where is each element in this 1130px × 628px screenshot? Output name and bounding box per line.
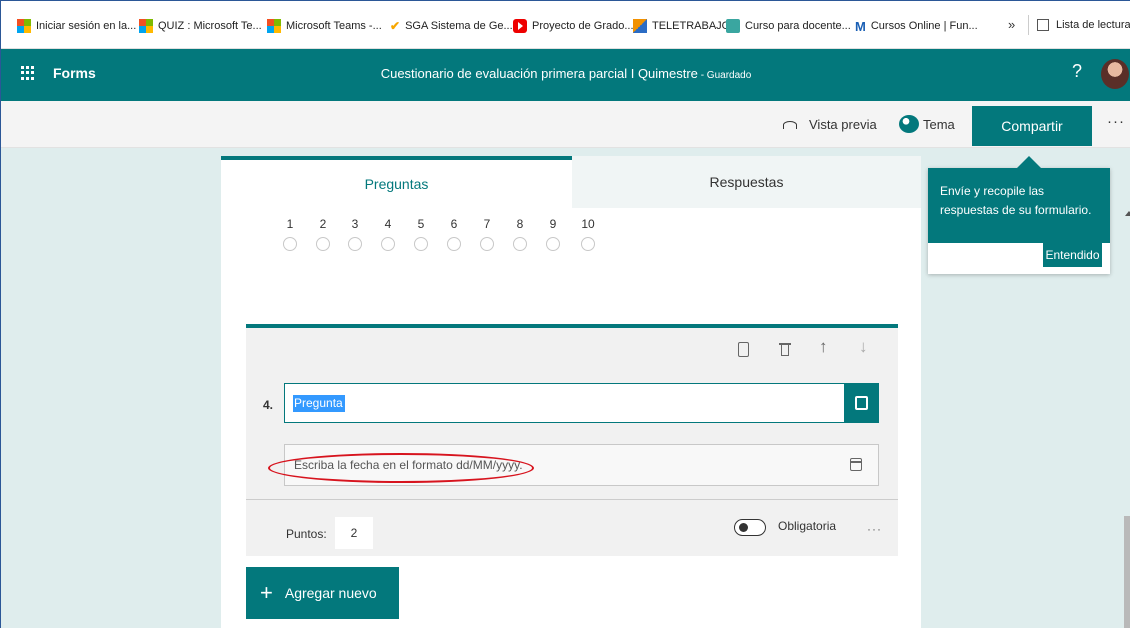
got-it-button[interactable]: Entendido <box>1043 243 1102 267</box>
add-new-button[interactable]: + Agregar nuevo <box>246 567 399 619</box>
bookmark-item[interactable]: Curso para docente... <box>726 19 851 33</box>
question-title-input[interactable] <box>284 383 879 423</box>
radio-button[interactable] <box>480 237 494 251</box>
teletrabajo-icon <box>633 19 647 33</box>
preview-button[interactable]: Vista previa <box>783 117 877 132</box>
highlight-ellipse <box>268 453 534 483</box>
scale-option[interactable]: 8 <box>510 217 530 251</box>
radio-button[interactable] <box>581 237 595 251</box>
form-title: Cuestionario de evaluación primera parci… <box>380 66 752 81</box>
scale-option[interactable]: 5 <box>411 217 431 251</box>
scrollbar-thumb[interactable] <box>1124 516 1130 628</box>
share-button[interactable]: Compartir <box>972 106 1092 146</box>
course-icon <box>726 19 740 33</box>
required-label: Obligatoria <box>778 519 837 533</box>
tab-questions[interactable]: Preguntas <box>221 156 572 208</box>
tab-responses[interactable]: Respuestas <box>572 156 921 208</box>
scale-option[interactable]: 6 <box>444 217 464 251</box>
help-icon[interactable]: ? <box>1072 61 1082 82</box>
radio-button[interactable] <box>348 237 362 251</box>
bookmark-item[interactable]: Proyecto de Grado... <box>513 19 634 33</box>
bookmark-item[interactable]: QUIZ : Microsoft Te... <box>139 19 262 33</box>
m-icon: M <box>855 19 866 34</box>
scale-option[interactable]: 10 <box>578 217 598 251</box>
avatar[interactable] <box>1101 59 1129 89</box>
radio-button[interactable] <box>513 237 527 251</box>
radio-button[interactable] <box>546 237 560 251</box>
reading-list-icon <box>1037 19 1049 31</box>
radio-button[interactable] <box>381 237 395 251</box>
bookmark-item[interactable]: TELETRABAJO <box>633 19 730 33</box>
scale-option[interactable]: 3 <box>345 217 365 251</box>
question-number: 4. <box>263 398 274 412</box>
toggle-knob <box>739 523 748 532</box>
bookmark-item[interactable]: Iniciar sesión en la... <box>17 19 136 33</box>
trash-icon[interactable] <box>779 341 791 357</box>
save-status: - Guardado <box>697 70 752 81</box>
scale-option[interactable]: 7 <box>477 217 497 251</box>
more-options-icon[interactable]: ··· <box>1107 113 1125 130</box>
microsoft-icon <box>267 19 281 33</box>
scale-option[interactable]: 2 <box>313 217 333 251</box>
insert-media-button[interactable] <box>844 384 878 422</box>
bookmarks-overflow-button[interactable]: » <box>1008 17 1015 32</box>
reading-list-button[interactable]: Lista de lectura <box>1037 19 1130 31</box>
edit-icon <box>854 396 868 410</box>
tooltip-arrow <box>1017 156 1041 168</box>
form-toolbar: Vista previa Tema Compartir ··· <box>1 101 1130 148</box>
points-label: Puntos: <box>286 527 327 541</box>
plus-icon: + <box>260 580 273 605</box>
app-header: Forms Cuestionario de evaluación primera… <box>1 49 1130 101</box>
divider <box>1028 15 1029 35</box>
microsoft-icon <box>17 19 31 33</box>
youtube-icon <box>513 19 527 33</box>
bookmarks-bar: Iniciar sesión en la... QUIZ : Microsoft… <box>1 1 1130 49</box>
divider <box>246 499 898 500</box>
calendar-icon[interactable] <box>850 458 862 471</box>
bookmark-item[interactable]: Microsoft Teams -... <box>267 19 382 33</box>
scale-option[interactable]: 1 <box>280 217 300 251</box>
points-input[interactable]: 2 <box>335 517 373 549</box>
palette-icon <box>899 115 919 133</box>
radio-button[interactable] <box>414 237 428 251</box>
radio-button[interactable] <box>447 237 461 251</box>
microsoft-icon <box>139 19 153 33</box>
question-more-icon[interactable]: ··· <box>867 522 882 536</box>
arrow-down-icon[interactable]: ↓ <box>859 337 868 357</box>
eye-icon <box>783 120 797 129</box>
bookmark-item[interactable]: ✔ SGA Sistema de Ge... <box>390 19 513 33</box>
radio-button[interactable] <box>316 237 330 251</box>
question-title-text[interactable]: Pregunta <box>293 395 345 412</box>
sga-icon: ✔ <box>390 19 401 33</box>
tooltip-text: Envíe y recopile las respuestas de su fo… <box>928 168 1110 243</box>
theme-button[interactable]: Tema <box>899 115 955 133</box>
scroll-up-icon[interactable] <box>1125 211 1130 216</box>
scale-option[interactable]: 4 <box>378 217 398 251</box>
scale-option[interactable]: 9 <box>543 217 563 251</box>
copy-icon[interactable] <box>738 342 749 357</box>
arrow-up-icon[interactable]: ↑ <box>819 337 828 357</box>
required-toggle[interactable] <box>734 519 766 536</box>
radio-button[interactable] <box>283 237 297 251</box>
bookmark-item[interactable]: M Cursos Online | Fun... <box>855 19 978 34</box>
